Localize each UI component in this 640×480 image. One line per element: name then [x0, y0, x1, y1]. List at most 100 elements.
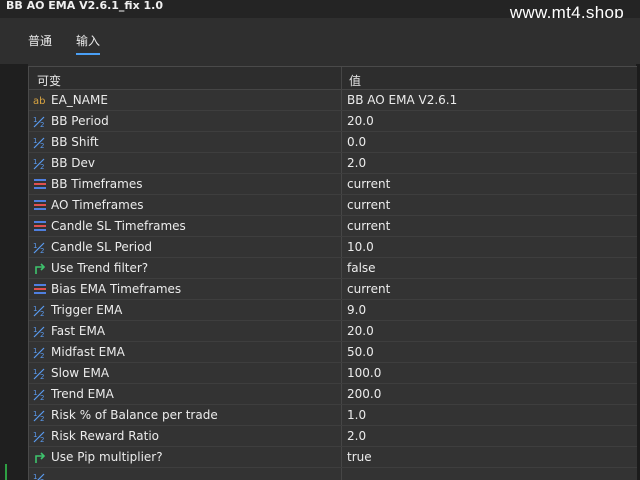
variable-name: AO Timeframes [51, 198, 144, 212]
variable-value-cell[interactable]: 20.0 [343, 111, 637, 131]
variable-value-cell[interactable]: 0.0 [343, 132, 637, 152]
table-row[interactable]: 1 2 Trend EMA 200.0 [29, 384, 637, 405]
variable-name-cell[interactable]: Use Trend filter? [29, 258, 342, 278]
variable-name-cell[interactable]: 1 2 Midfast EMA [29, 342, 342, 362]
variable-name-cell[interactable]: 1 2 Fast EMA [29, 321, 342, 341]
variable-value-cell[interactable] [343, 468, 637, 480]
variable-value-cell[interactable]: 200.0 [343, 384, 637, 404]
variable-value-cell[interactable]: current [343, 195, 637, 215]
variable-value-cell[interactable]: current [343, 174, 637, 194]
variable-name: Fast EMA [51, 324, 106, 338]
svg-text:2: 2 [40, 352, 44, 359]
variable-name-cell[interactable]: 1 2 Trend EMA [29, 384, 342, 404]
variable-name: Midfast EMA [51, 345, 125, 359]
variable-value: 20.0 [347, 324, 374, 338]
table-row[interactable]: ab EA_NAME BB AO EMA V2.6.1 [29, 90, 637, 111]
string-icon: ab [33, 94, 47, 107]
variable-value: current [347, 177, 391, 191]
svg-text:2: 2 [40, 331, 44, 338]
variable-name: BB Timeframes [51, 177, 143, 191]
variable-name-cell[interactable]: Use Pip multiplier? [29, 447, 342, 467]
table-row[interactable]: 1 2 Candle SL Period 10.0 [29, 237, 637, 258]
variable-name: Candle SL Timeframes [51, 219, 186, 233]
variable-name-cell[interactable]: AO Timeframes [29, 195, 342, 215]
header-name-cell[interactable]: 可变 [29, 67, 342, 89]
table-row[interactable]: BB Timeframes current [29, 174, 637, 195]
table-row[interactable]: AO Timeframes current [29, 195, 637, 216]
number-icon: 12 [33, 388, 47, 401]
table-row[interactable]: 12 [29, 468, 637, 480]
table-row[interactable]: Candle SL Timeframes current [29, 216, 637, 237]
tab-bar: 普通 输入 [0, 18, 640, 64]
variable-value-cell[interactable]: true [343, 447, 637, 467]
table-row[interactable]: 1 2 Trigger EMA 9.0 [29, 300, 637, 321]
variable-name-cell[interactable]: 1 2 Risk % of Balance per trade [29, 405, 342, 425]
svg-text:2: 2 [40, 163, 44, 170]
number-icon: 12 [33, 157, 47, 170]
variable-value: current [347, 198, 391, 212]
bool-icon [33, 262, 47, 275]
variable-name-cell[interactable]: 1 2 BB Dev [29, 153, 342, 173]
svg-text:1: 1 [33, 326, 37, 334]
inputs-table: 可变 值 ab EA_NAME BB AO EMA V2.6.1 1 2 BB Perio… [28, 66, 637, 480]
svg-text:1: 1 [33, 242, 37, 250]
variable-name: Use Pip multiplier? [51, 450, 163, 464]
header-value-label: 值 [349, 74, 362, 88]
title-bar: BB AO EMA V2.6.1_fix 1.0 www.mt4.shop [0, 0, 640, 22]
number-icon: 12 [33, 325, 47, 338]
variable-name-cell[interactable]: 1 2 BB Shift [29, 132, 342, 152]
variable-value-cell[interactable]: current [343, 279, 637, 299]
variable-value-cell[interactable]: 100.0 [343, 363, 637, 383]
variable-name: Trigger EMA [51, 303, 123, 317]
table-row[interactable]: Bias EMA Timeframes current [29, 279, 637, 300]
table-row[interactable]: 1 2 BB Dev 2.0 [29, 153, 637, 174]
table-row[interactable]: 1 2 Midfast EMA 50.0 [29, 342, 637, 363]
tab-inputs[interactable]: 输入 [76, 32, 101, 55]
variable-value-cell[interactable]: 50.0 [343, 342, 637, 362]
variable-value: false [347, 261, 376, 275]
number-icon: 12 [33, 367, 47, 380]
variable-name-cell[interactable]: 1 2 BB Period [29, 111, 342, 131]
variable-name-cell[interactable]: BB Timeframes [29, 174, 342, 194]
variable-value-cell[interactable]: BB AO EMA V2.6.1 [343, 90, 637, 110]
svg-text:1: 1 [33, 347, 37, 355]
green-indicator [5, 464, 7, 480]
variable-name: BB Shift [51, 135, 99, 149]
table-row[interactable]: 1 2 Risk % of Balance per trade 1.0 [29, 405, 637, 426]
number-icon: 12 [33, 472, 47, 480]
table-row[interactable]: 1 2 Slow EMA 100.0 [29, 363, 637, 384]
variable-name-cell[interactable]: ab EA_NAME [29, 90, 342, 110]
table-row[interactable]: 1 2 Fast EMA 20.0 [29, 321, 637, 342]
table-row[interactable]: Use Trend filter? false [29, 258, 637, 279]
header-value-cell[interactable]: 值 [343, 67, 637, 89]
table-row[interactable]: 1 2 BB Shift 0.0 [29, 132, 637, 153]
svg-text:1: 1 [33, 410, 37, 418]
variable-value-cell[interactable]: 2.0 [343, 153, 637, 173]
number-icon: 12 [33, 409, 47, 422]
variable-name-cell[interactable]: Bias EMA Timeframes [29, 279, 342, 299]
bool-icon [33, 451, 47, 464]
table-row[interactable]: Use Pip multiplier? true [29, 447, 637, 468]
window-title: BB AO EMA V2.6.1_fix 1.0 [6, 0, 163, 12]
variable-value-cell[interactable]: 1.0 [343, 405, 637, 425]
variable-value-cell[interactable]: 9.0 [343, 300, 637, 320]
table-row[interactable]: 1 2 Risk Reward Ratio 2.0 [29, 426, 637, 447]
header-variable-label: 可变 [37, 74, 62, 88]
variable-value-cell[interactable]: 10.0 [343, 237, 637, 257]
table-row[interactable]: 1 2 BB Period 20.0 [29, 111, 637, 132]
tab-common[interactable]: 普通 [28, 32, 52, 53]
variable-value: 50.0 [347, 345, 374, 359]
variable-name-cell[interactable]: 1 2 Trigger EMA [29, 300, 342, 320]
variable-name-cell[interactable]: Candle SL Timeframes [29, 216, 342, 236]
variable-name-cell[interactable]: 1 2 Slow EMA [29, 363, 342, 383]
variable-name: Risk Reward Ratio [51, 429, 159, 443]
variable-name: BB Dev [51, 156, 96, 170]
variable-value-cell[interactable]: 2.0 [343, 426, 637, 446]
variable-name-cell[interactable]: 12 [29, 468, 342, 480]
variable-value-cell[interactable]: 20.0 [343, 321, 637, 341]
variable-value-cell[interactable]: current [343, 216, 637, 236]
variable-value-cell[interactable]: false [343, 258, 637, 278]
variable-name-cell[interactable]: 1 2 Candle SL Period [29, 237, 342, 257]
variable-value: 100.0 [347, 366, 382, 380]
variable-name-cell[interactable]: 1 2 Risk Reward Ratio [29, 426, 342, 446]
